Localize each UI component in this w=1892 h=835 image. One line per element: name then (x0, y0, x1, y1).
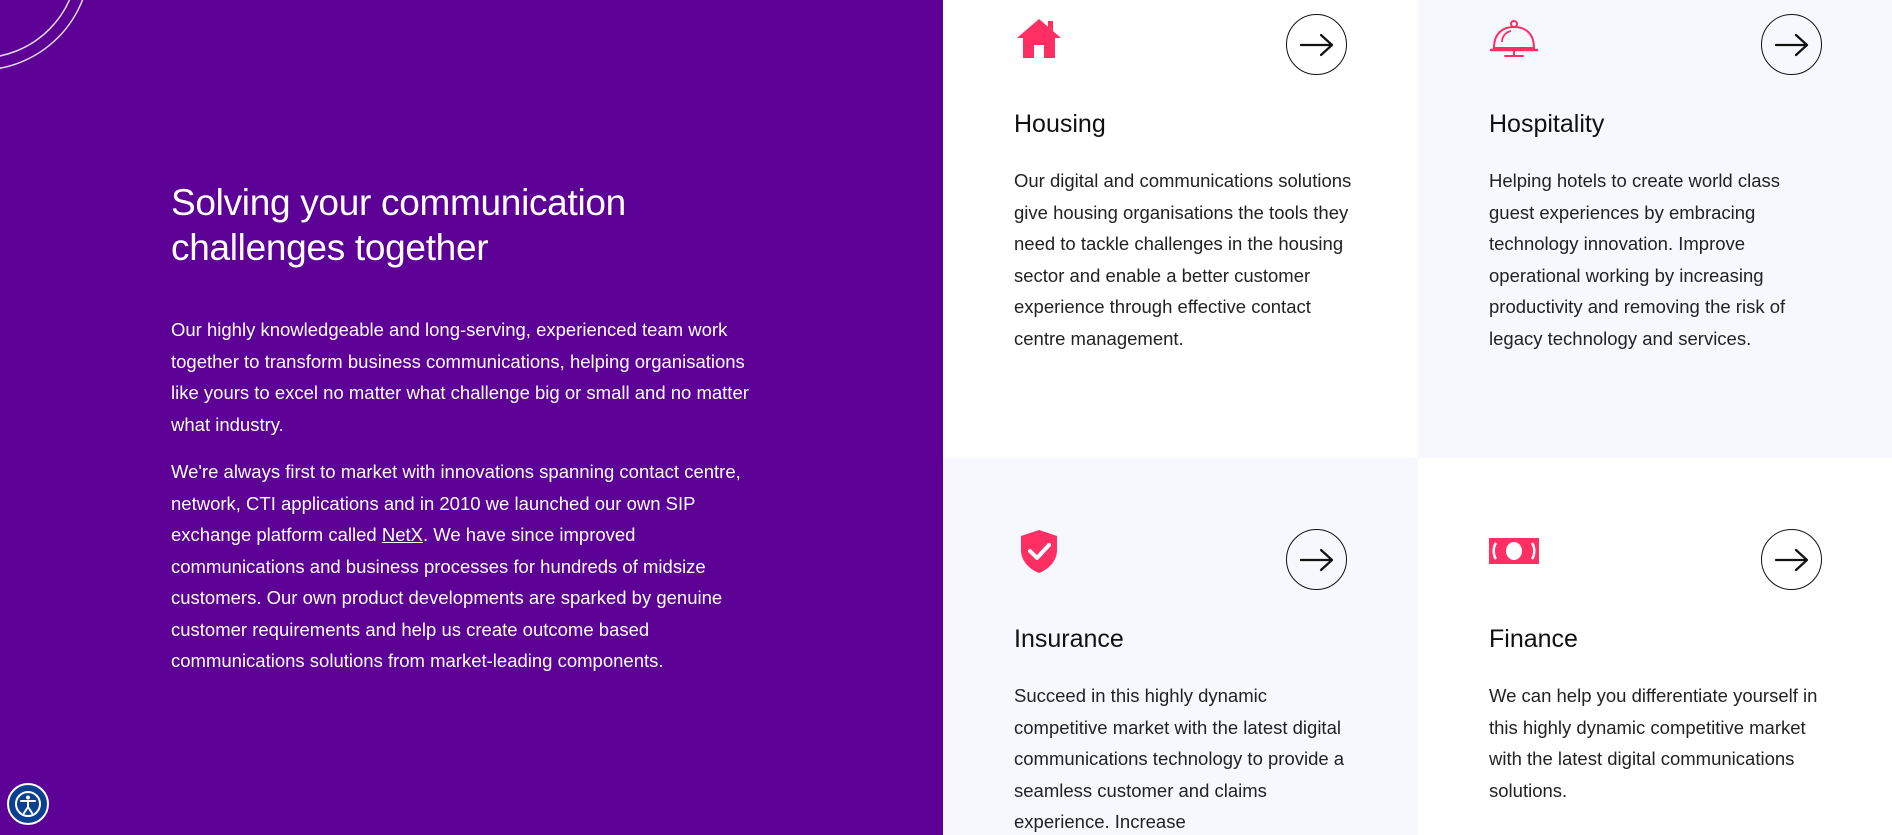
sector-title: Housing (1014, 110, 1106, 138)
sector-description: Our digital and communications solutions… (1014, 170, 1352, 349)
netx-link[interactable]: NetX (382, 524, 423, 545)
sector-card-housing[interactable]: Housing Our digital and communications s… (943, 0, 1418, 458)
sector-description: Helping hotels to create world class gue… (1489, 170, 1786, 349)
arrow-right-icon (1299, 33, 1333, 56)
house-icon (1017, 19, 1061, 58)
decorative-circles (0, 0, 84, 69)
intro-headline: Solving your communication challenges to… (171, 182, 626, 268)
arrow-right-icon (1299, 548, 1333, 571)
banknote-icon (1489, 538, 1539, 564)
sector-card-finance[interactable]: Finance We can help you differentiate yo… (1418, 458, 1892, 835)
hospitality-arrow-button[interactable] (1761, 14, 1822, 75)
arrow-right-icon (1774, 548, 1808, 571)
arrow-right-icon (1774, 33, 1808, 56)
intro-paragraph-2: We're always first to market with innova… (171, 461, 741, 671)
sector-grid: Housing Our digital and communications s… (943, 0, 1892, 835)
intro-paragraph: Our highly knowledgeable and long-servin… (171, 319, 749, 435)
accessibility-button[interactable] (7, 783, 49, 825)
sector-card-insurance[interactable]: Insurance Succeed in this highly dynamic… (943, 458, 1418, 835)
shield-check-icon (1021, 530, 1057, 573)
sector-description: We can help you differentiate yourself i… (1489, 685, 1818, 801)
sector-card-hospitality[interactable]: Hospitality Helping hotels to create wor… (1418, 0, 1892, 458)
sector-title: Finance (1489, 625, 1578, 653)
sector-title: Insurance (1014, 625, 1124, 653)
service-bell-icon (1489, 20, 1539, 57)
finance-arrow-button[interactable] (1761, 529, 1822, 590)
sector-title: Hospitality (1489, 110, 1605, 138)
intro-content: Solving your communication challenges to… (171, 180, 771, 677)
insurance-arrow-button[interactable] (1286, 529, 1347, 590)
sector-description: Succeed in this highly dynamic competiti… (1014, 685, 1345, 832)
accessibility-icon (15, 791, 41, 817)
housing-arrow-button[interactable] (1286, 14, 1347, 75)
intro-panel: Solving your communication challenges to… (0, 0, 943, 835)
